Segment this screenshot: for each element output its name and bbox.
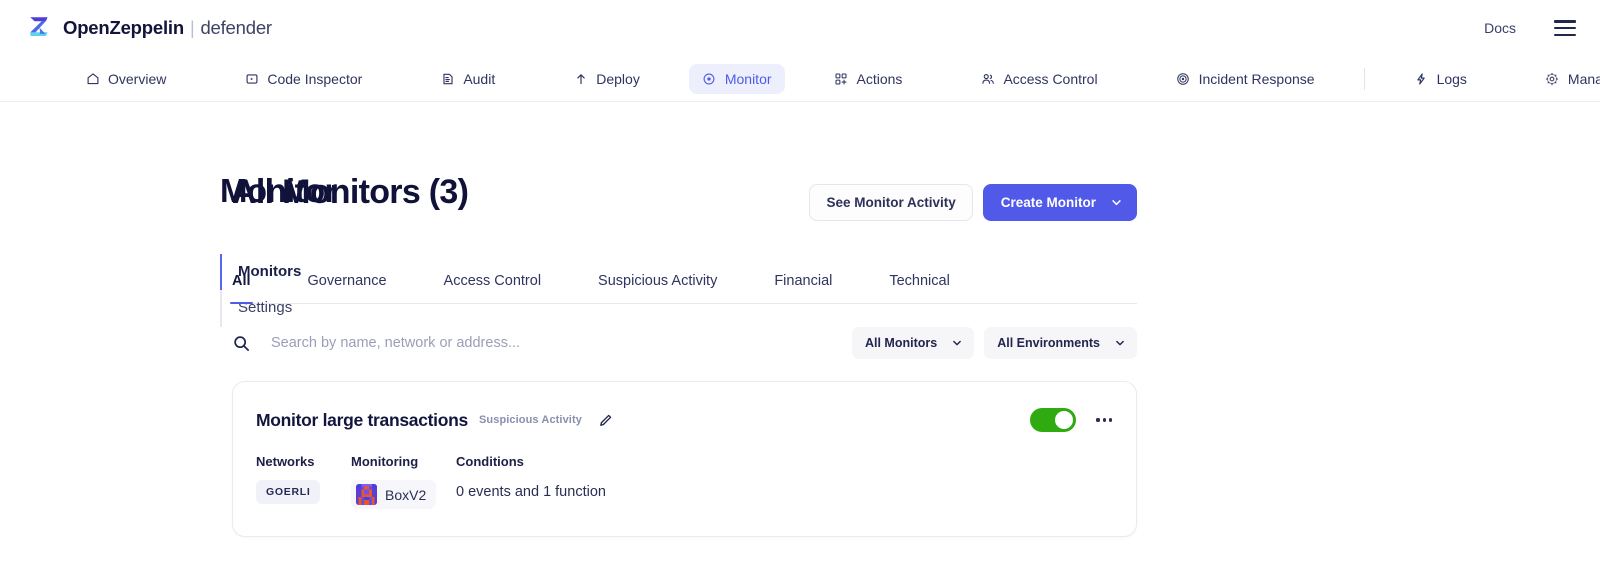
nav-item-label: Incident Response — [1198, 70, 1315, 87]
chevron-down-icon — [1112, 200, 1121, 206]
nav-item-label: Actions — [856, 70, 903, 87]
monitor-tabs: All Governance Access Control Suspicious… — [230, 273, 1137, 304]
chevron-down-icon — [953, 340, 962, 346]
search-icon — [234, 335, 250, 351]
filter-label: All Monitors — [864, 336, 938, 350]
nav-item-label: Overview — [108, 70, 167, 87]
filter-label: All Environments — [997, 336, 1100, 350]
tab-label: Technical — [889, 273, 950, 289]
monitor-card[interactable]: Monitor large transactions Suspicious Ac… — [232, 381, 1137, 537]
nav-item-monitor[interactable]: Monitor — [688, 63, 785, 94]
kebab-menu-icon[interactable] — [1094, 414, 1114, 425]
brand-name: OpenZeppelin — [63, 17, 184, 38]
tab-label: Financial — [774, 273, 833, 289]
filter-all-monitors[interactable]: All Monitors — [851, 327, 975, 359]
tab-suspicious-activity[interactable]: Suspicious Activity — [598, 273, 717, 303]
search-container — [232, 331, 852, 355]
nav-item-label: Deploy — [596, 70, 640, 87]
monitor-card-header: Monitor large transactions Suspicious Ac… — [256, 408, 1114, 432]
openzeppelin-z-logo-icon — [30, 17, 48, 36]
conditions-column: Conditions 0 events and 1 function — [456, 454, 1114, 500]
nav-item-incident-response[interactable]: Incident Response — [1163, 64, 1328, 94]
monitor-card-columns: Networks GOERLI Monitoring BoxV2 Conditi… — [256, 454, 1114, 510]
pencil-edit-icon — [600, 414, 612, 426]
gear-icon — [1545, 71, 1560, 86]
tab-governance[interactable]: Governance — [308, 273, 387, 303]
nav-item-label: Manage — [1567, 70, 1600, 87]
main-content: All Monitors (3) See Monitor Activity Cr… — [230, 173, 1137, 537]
nav-item-access-control[interactable]: Access Control — [967, 64, 1110, 94]
monitor-enabled-toggle[interactable] — [1030, 408, 1077, 432]
see-monitor-activity-button[interactable]: See Monitor Activity — [809, 184, 973, 221]
home-icon — [85, 71, 100, 86]
networks-column: Networks GOERLI — [256, 454, 351, 504]
nav-item-label: Audit — [463, 70, 496, 87]
tab-financial[interactable]: Financial — [774, 273, 832, 303]
brand-product: defender — [200, 17, 272, 38]
code-inspector-icon — [244, 71, 259, 86]
concentric-circles-icon — [1176, 71, 1191, 86]
monitoring-label: Monitoring — [351, 454, 419, 469]
networks-label: Networks — [256, 454, 315, 469]
monitoring-column: Monitoring BoxV2 — [351, 454, 456, 510]
conditions-label: Conditions — [456, 454, 524, 469]
primary-nav: Overview Code Inspector Audit Deploy Mon… — [0, 56, 1600, 102]
left-rail: Monitor Monitors Settings — [0, 174, 337, 537]
lightning-icon — [1414, 71, 1429, 86]
tab-label: Governance — [307, 273, 387, 289]
contract-identicon-icon — [356, 484, 377, 505]
audit-document-icon — [440, 71, 455, 86]
brand-separator: | — [189, 18, 195, 38]
monitor-card-controls — [1030, 408, 1114, 432]
monitored-contract-chip[interactable]: BoxV2 — [351, 480, 437, 509]
filter-group: All Monitors All Environments — [851, 327, 1137, 359]
tab-label: Suspicious Activity — [598, 273, 718, 289]
brand-text: OpenZeppelin | defender — [63, 17, 272, 39]
users-icon — [980, 71, 995, 86]
tab-label: All — [232, 273, 251, 289]
page-body: Monitor Monitors Settings All Monitors (… — [0, 102, 1600, 537]
nav-item-label: Monitor — [724, 70, 772, 87]
header-actions: See Monitor Activity Create Monitor — [809, 174, 1137, 221]
edit-monitor-button[interactable] — [596, 411, 615, 430]
tab-technical[interactable]: Technical — [889, 273, 949, 303]
create-monitor-label: Create Monitor — [1000, 195, 1096, 210]
top-bar-right: Docs — [1484, 20, 1576, 36]
tab-all[interactable]: All — [230, 273, 253, 304]
docs-link[interactable]: Docs — [1484, 20, 1516, 36]
chevron-down-icon — [1116, 340, 1124, 346]
hamburger-menu-icon[interactable] — [1554, 20, 1576, 36]
nav-item-code-inspector[interactable]: Code Inspector — [231, 64, 375, 94]
brand-logo[interactable]: OpenZeppelin | defender — [26, 15, 272, 41]
nav-item-overview[interactable]: Overview — [72, 64, 179, 94]
filter-all-environments[interactable]: All Environments — [984, 327, 1137, 359]
nav-item-logs[interactable]: Logs — [1401, 64, 1480, 94]
conditions-value: 0 events and 1 function — [456, 484, 606, 500]
nav-item-audit[interactable]: Audit — [427, 64, 508, 94]
nav-item-label: Code Inspector — [267, 70, 363, 87]
arrow-up-icon — [573, 71, 588, 86]
nav-divider — [1363, 67, 1365, 90]
network-badge-goerli: GOERLI — [256, 480, 321, 504]
monitor-category-tag: Suspicious Activity — [478, 414, 582, 426]
toggle-knob — [1055, 411, 1074, 429]
tab-label: Access Control — [443, 273, 542, 289]
nav-item-label: Logs — [1436, 70, 1467, 87]
main-header: All Monitors (3) See Monitor Activity Cr… — [232, 173, 1137, 221]
create-monitor-button[interactable]: Create Monitor — [982, 184, 1137, 221]
target-icon — [702, 71, 717, 86]
nav-item-deploy[interactable]: Deploy — [560, 64, 653, 94]
actions-grid-icon — [834, 71, 849, 86]
nav-item-actions[interactable]: Actions — [821, 64, 916, 94]
tab-access-control[interactable]: Access Control — [444, 273, 542, 303]
contract-name: BoxV2 — [385, 486, 427, 503]
search-input[interactable] — [271, 331, 852, 355]
nav-item-label: Access Control — [1003, 70, 1098, 87]
nav-item-manage[interactable]: Manage — [1532, 64, 1600, 94]
top-bar: OpenZeppelin | defender Docs — [0, 0, 1600, 56]
page-title: All Monitors (3) — [232, 173, 469, 211]
monitor-title: Monitor large transactions — [256, 409, 468, 430]
